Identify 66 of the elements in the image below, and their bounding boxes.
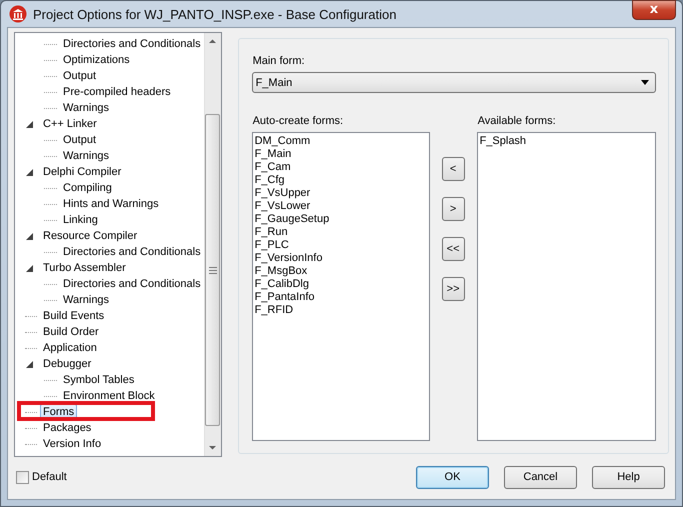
tree-item[interactable]: Debugger [40,356,94,372]
move-button[interactable]: > [442,197,465,221]
move-button[interactable]: < [442,157,465,181]
collapse-icon[interactable] [25,360,34,368]
checkbox[interactable] [16,470,29,484]
tree-item[interactable]: Warnings [60,292,112,308]
list-item[interactable]: F_VsUpper [254,187,427,200]
list-item[interactable]: F_Cam [254,161,427,174]
list-item[interactable]: F_PantaInfo [254,291,427,304]
tree-item[interactable]: Linking [60,212,101,228]
auto-create-label: Auto-create forms: [252,115,344,127]
collapse-icon[interactable] [25,264,34,272]
tree-item[interactable]: Application [40,340,100,356]
tree-item[interactable]: Turbo Assembler [40,260,129,276]
list-item[interactable]: F_CalibDlg [254,278,427,291]
tree-item[interactable]: Environment Block [60,388,158,404]
main-form-dropdown[interactable]: F_Main [252,72,656,93]
list-item[interactable]: F_GaugeSetup [254,213,427,226]
list-item[interactable]: F_VersionInfo [254,252,427,265]
tree-item[interactable]: Directories and Conditionals [60,36,204,52]
grip-icon [208,266,217,274]
tree-item[interactable]: Compiling [60,180,115,196]
tree-item[interactable]: Pre-compiled headers [60,84,174,100]
tree-item[interactable]: Resource Compiler [40,228,140,244]
tree-item[interactable]: Build Order [40,324,102,340]
auto-create-list[interactable]: DM_Comm F_Main F_Cam F_Cfg F_VsUpper F_VsLower F_GaugeSetup F_Run F_PLC F_VersionInfo F_MsgBox F_CalibDlg F_PantaInfo F_RFID [252,132,430,441]
tree-item[interactable]: Directories and Conditionals [60,244,204,260]
dialog-button[interactable]: Cancel [504,466,577,488]
available-label: Available forms: [478,115,556,127]
collapse-icon[interactable] [25,232,34,240]
scrollbar[interactable] [204,33,221,456]
tree-item[interactable]: Hints and Warnings [60,196,162,212]
tree-item[interactable]: Output [60,132,100,148]
tree-item[interactable]: Version Info [40,436,104,452]
checkbox-label: Default [32,471,67,483]
close-button[interactable]: x [632,0,676,20]
tree-item[interactable]: Packages [40,420,94,436]
dialog-button[interactable]: OK [416,466,489,488]
tree-item[interactable]: Build Events [40,308,108,324]
window-title: Project Options for WJ_PANTO_INSP.exe - Base Configuration [33,6,398,22]
list-item[interactable]: F_Run [254,226,427,239]
list-item[interactable]: F_VsLower [254,200,427,213]
move-button[interactable]: << [442,237,465,261]
available-list[interactable]: F_Splash [476,132,656,441]
collapse-icon[interactable] [25,120,34,128]
list-item[interactable]: F_MsgBox [254,265,427,278]
app-icon [9,5,27,23]
list-item[interactable]: F_Main [254,148,427,161]
collapse-icon[interactable] [25,168,34,176]
list-item[interactable]: F_PLC [254,239,427,252]
list-item[interactable]: F_Cfg [254,174,427,187]
list-item[interactable]: F_Splash [480,135,653,148]
tree-item[interactable]: C++ Linker [40,116,100,132]
list-item[interactable]: DM_Comm [254,135,427,148]
tree-item[interactable]: Delphi Compiler [40,164,124,180]
tree-item[interactable]: Warnings [60,148,112,164]
tree-item[interactable]: Warnings [60,100,112,116]
tree-item[interactable]: Output [60,68,100,84]
tree-item[interactable]: Optimizations [60,52,133,68]
main-form-label: Main form: [252,55,305,67]
list-item[interactable]: F_RFID [254,304,427,317]
caret-icon [640,80,649,85]
dialog-button[interactable]: Help [592,466,665,488]
tree-item[interactable]: Directories and Conditionals [60,276,204,292]
tree-item[interactable]: Symbol Tables [60,372,138,388]
move-button[interactable]: >> [442,277,465,301]
